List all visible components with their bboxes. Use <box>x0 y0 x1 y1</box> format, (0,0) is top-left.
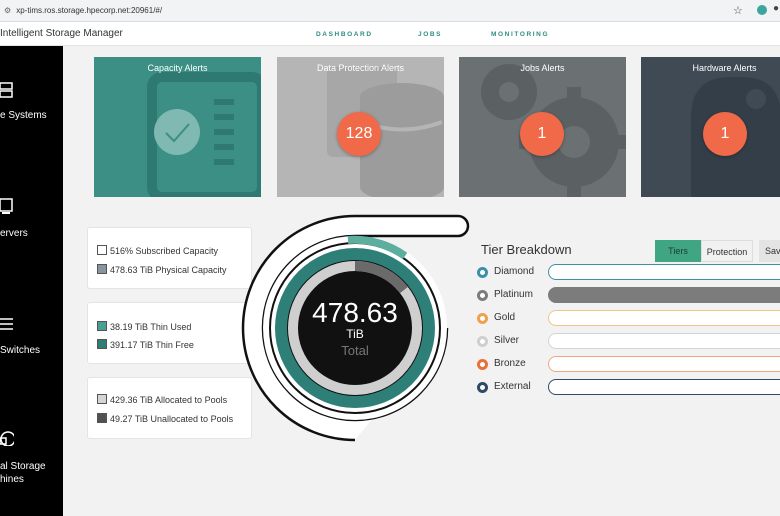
tile-capacity-alerts[interactable]: Capacity Alerts <box>94 57 261 197</box>
tab-protection[interactable]: Protection <box>701 240 753 262</box>
sidebar: e Systems ervers Switches al Storage hin… <box>0 46 63 516</box>
tier-name: Gold <box>494 312 516 323</box>
nav-monitoring[interactable]: MONITORING <box>491 31 549 38</box>
url-text: xp-tims.ros.storage.hpecorp.net:20961/#/ <box>16 6 163 15</box>
tier-radio[interactable] <box>477 290 488 301</box>
checkmark-icon <box>147 72 261 197</box>
nav-jobs[interactable]: JOBS <box>418 31 442 38</box>
legend-swatch <box>97 321 107 331</box>
tier-radio[interactable] <box>477 336 488 347</box>
tier-row-gold[interactable]: Gold <box>476 310 780 328</box>
tier-bar <box>548 379 780 395</box>
legend-label: 516% Subscribed Capacity <box>110 246 219 256</box>
profile-icon[interactable]: ● <box>773 3 779 14</box>
tier-radio[interactable] <box>477 359 488 370</box>
app-title: Intelligent Storage Manager <box>0 28 123 39</box>
tile-title: Hardware Alerts <box>692 63 757 73</box>
tier-breakdown-title: Tier Breakdown <box>481 242 572 257</box>
sidebar-item-label: Switches <box>0 345 41 356</box>
legend-label: 391.17 TiB Thin Free <box>110 340 194 350</box>
tier-row-external[interactable]: External <box>476 379 780 397</box>
capacity-card: 516% Subscribed Capacity 478.63 TiB Phys… <box>87 227 252 289</box>
legend-subscribed: 516% Subscribed Capacity <box>97 245 218 256</box>
tier-bar <box>548 333 780 349</box>
site-info-icon[interactable]: ⚙ <box>4 3 14 19</box>
tier-name: External <box>494 381 531 392</box>
address-bar[interactable]: ⚙ xp-tims.ros.storage.hpecorp.net:20961/… <box>0 3 750 19</box>
capacity-donut-zoom: 478.63 TiB Total <box>240 212 472 447</box>
tier-bar <box>548 287 780 303</box>
bookmark-star-icon[interactable]: ☆ <box>733 4 743 17</box>
donut-label: Total <box>341 343 369 358</box>
legend-swatch <box>97 394 107 404</box>
legend-swatch <box>97 413 107 423</box>
tier-row-diamond[interactable]: Diamond <box>476 264 780 282</box>
tier-name: Platinum <box>494 289 533 300</box>
tier-bar <box>548 310 780 326</box>
alert-count-badge: 1 <box>520 112 564 156</box>
tier-bar <box>548 356 780 372</box>
legend-label: 38.19 TiB Thin Used <box>110 322 192 332</box>
pool-allocation-card: 429.36 TiB Allocated to Pools 49.27 TiB … <box>87 377 252 439</box>
alert-count-badge: 1 <box>703 112 747 156</box>
legend-unallocated: 49.27 TiB Unallocated to Pools <box>97 413 233 424</box>
storage-icon <box>0 82 13 98</box>
tile-hardware-alerts[interactable]: Hardware Alerts 1 <box>641 57 780 197</box>
legend-label: 429.36 TiB Allocated to Pools <box>110 395 228 405</box>
nav-dashboard[interactable]: DASHBOARD <box>316 31 373 38</box>
legend-swatch <box>97 339 107 349</box>
tier-row-bronze[interactable]: Bronze <box>476 356 780 374</box>
sidebar-item-label: e Systems <box>0 110 47 121</box>
capacity-donut-chart: 478.63 TiB Total <box>241 214 470 442</box>
legend-swatch <box>97 264 107 274</box>
switch-icon <box>0 318 13 330</box>
tier-name: Bronze <box>494 358 526 369</box>
sidebar-item-label: al Storage hines <box>0 461 46 485</box>
server-icon <box>0 198 13 214</box>
thin-provisioning-card: 38.19 TiB Thin Used 391.17 TiB Thin Free <box>87 302 252 364</box>
legend-thin-used: 38.19 TiB Thin Used <box>97 321 191 332</box>
browser-bar: ⚙ xp-tims.ros.storage.hpecorp.net:20961/… <box>0 0 780 22</box>
tier-name: Diamond <box>494 266 535 277</box>
legend-label: 478.63 TiB Physical Capacity <box>110 265 227 275</box>
tile-title: Data Protection Alerts <box>316 63 405 73</box>
tier-radio[interactable] <box>477 267 488 278</box>
donut-unit: TiB <box>346 327 364 341</box>
legend-physical: 478.63 TiB Physical Capacity <box>97 264 227 275</box>
tab-savings[interactable]: Sav <box>759 240 780 262</box>
virtual-storage-icon <box>0 431 14 446</box>
legend-allocated: 429.36 TiB Allocated to Pools <box>97 394 227 405</box>
tile-title: Capacity Alerts <box>147 63 208 73</box>
tile-jobs-alerts[interactable]: Jobs Alerts 1 <box>459 57 626 197</box>
tile-data-protection-alerts[interactable]: Data Protection Alerts 128 <box>277 57 444 197</box>
tier-bar <box>548 264 780 280</box>
tile-title: Jobs Alerts <box>520 63 565 73</box>
legend-swatch <box>97 245 107 255</box>
tier-radio[interactable] <box>477 313 488 324</box>
legend-label: 49.27 TiB Unallocated to Pools <box>110 414 234 424</box>
tier-radio[interactable] <box>477 382 488 393</box>
sidebar-item-label: ervers <box>0 228 28 239</box>
legend-thin-free: 391.17 TiB Thin Free <box>97 339 194 350</box>
tier-name: Silver <box>494 335 520 346</box>
tier-row-platinum[interactable]: Platinum <box>476 287 780 305</box>
tier-row-silver[interactable]: Silver <box>476 333 780 351</box>
app-header: Intelligent Storage Manager DASHBOARD JO… <box>0 22 780 46</box>
extension-icon[interactable] <box>757 5 767 15</box>
alert-count-badge: 128 <box>337 112 381 156</box>
tab-tiers[interactable]: Tiers <box>655 240 701 262</box>
donut-value: 478.63 <box>312 297 398 328</box>
